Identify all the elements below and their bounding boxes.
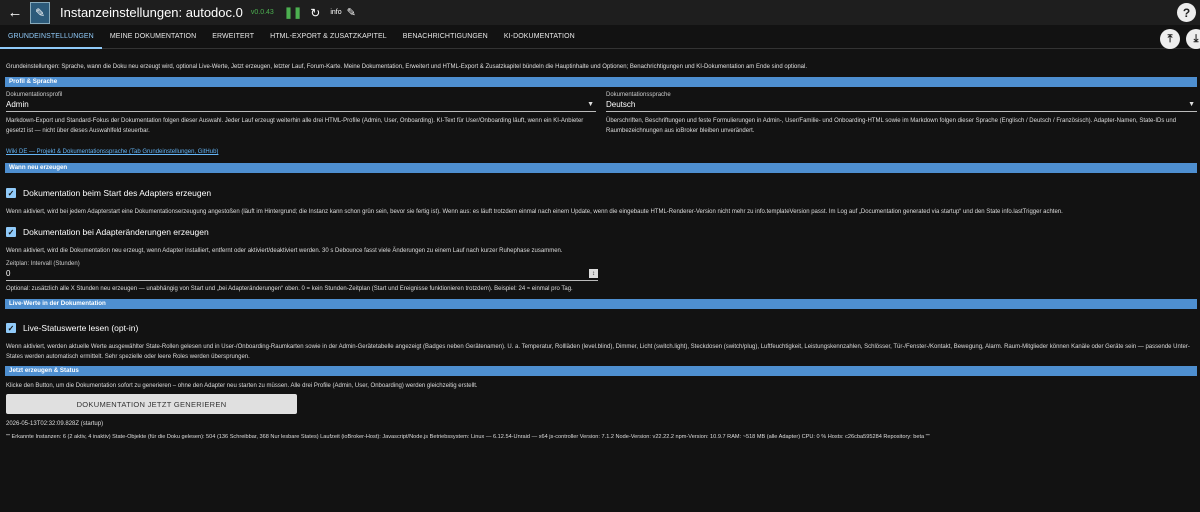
language-select[interactable]: Deutsch ▼ (606, 98, 1197, 112)
chevron-down-icon: ▼ (1188, 101, 1195, 108)
generate-now-button[interactable]: DOKUMENTATION JETZT GENERIEREN (6, 394, 297, 414)
tab-benachrichtigungen[interactable]: BENACHRICHTIGUNGEN (395, 25, 496, 49)
tab-erweitert[interactable]: ERWEITERT (204, 25, 262, 49)
live-checkbox-row[interactable]: ✓ Live-Statuswerte lesen (opt-in) (6, 323, 1197, 333)
download-icon[interactable]: ⤓ (1186, 29, 1200, 49)
profile-select-value: Admin (6, 100, 29, 109)
wiki-link[interactable]: Wiki DE — Projekt & Dokumentationssprach… (6, 149, 218, 155)
section-header-profil: Profil & Sprache (5, 77, 1197, 87)
reload-icon[interactable]: ↻ (310, 6, 320, 20)
tab-grundeinstellungen[interactable]: GRUNDEINSTELLUNGEN (0, 25, 102, 49)
startup-checkbox-label: Dokumentation beim Start des Adapters er… (23, 188, 212, 198)
section-header-jetzt: Jetzt erzeugen & Status (5, 366, 1197, 376)
info-label: info (330, 9, 342, 16)
top-bar: ← ✎ Instanzeinstellungen: autodoc.0 v0.0… (0, 0, 1200, 25)
pencil-icon[interactable]: ✎ (347, 6, 356, 19)
intro-text: Grundeinstellungen: Sprache, wann die Do… (6, 64, 808, 70)
checkbox-checked-icon[interactable]: ✓ (6, 323, 16, 333)
last-run-status: 2026-05-13T02:32:09.828Z (startup) (6, 421, 104, 427)
checkbox-checked-icon[interactable]: ✓ (6, 227, 16, 237)
tab-ki-dokumentation[interactable]: KI-DOKUMENTATION (496, 25, 583, 49)
chevron-down-icon: ▼ (587, 101, 594, 108)
checkbox-checked-icon[interactable]: ✓ (6, 188, 16, 198)
main-content: Grundeinstellungen: Sprache, wann die Do… (0, 49, 1200, 512)
language-select-value: Deutsch (606, 100, 636, 109)
profile-select[interactable]: Admin ▼ (6, 98, 596, 112)
generate-help: Klicke den Button, um die Dokumentation … (6, 383, 478, 389)
tab-meine-dokumentation[interactable]: MEINE DOKUMENTATION (102, 25, 204, 49)
stepper-icon[interactable]: ↕ (589, 269, 598, 278)
back-arrow-icon[interactable]: ← (0, 4, 30, 21)
page-title: Instanzeinstellungen: autodoc.0 (60, 5, 243, 20)
tab-bar: GRUNDEINSTELLUNGEN MEINE DOKUMENTATION E… (0, 25, 1200, 49)
tab-html-export[interactable]: HTML-EXPORT & ZUSATZKAPITEL (262, 25, 395, 49)
adapter-change-checkbox-label: Dokumentation bei Adapteränderungen erze… (23, 227, 209, 237)
adapter-change-help: Wenn aktiviert, wird die Dokumentation n… (6, 248, 563, 254)
section-header-live: Live-Werte in der Dokumentation (5, 299, 1197, 309)
live-checkbox-label: Live-Statuswerte lesen (opt-in) (23, 323, 139, 333)
system-stats: "" Erkannte Instanzen: 6 (2 aktiv, 4 ina… (6, 434, 930, 440)
upload-icon[interactable]: ⤒ (1160, 29, 1180, 49)
interval-help: Optional: zusätzlich alle X Stunden neu … (6, 286, 573, 292)
version-label: v0.0.43 (250, 9, 274, 16)
interval-input[interactable]: 0 ↕ (6, 267, 598, 281)
profile-help: Markdown-Export und Standard-Fokus der D… (6, 118, 584, 134)
adapter-change-checkbox-row[interactable]: ✓ Dokumentation bei Adapteränderungen er… (6, 227, 1197, 237)
startup-help: Wenn aktiviert, wird bei jedem Adapterst… (6, 209, 1063, 215)
help-icon[interactable]: ? (1177, 3, 1196, 22)
startup-checkbox-row[interactable]: ✓ Dokumentation beim Start des Adapters … (6, 188, 1197, 198)
pause-icon[interactable]: ❚❚ (284, 6, 302, 19)
interval-input-value: 0 (6, 269, 11, 278)
section-header-wann: Wann neu erzeugen (5, 163, 1197, 173)
live-help: Wenn aktiviert, werden aktuelle Werte au… (6, 344, 1190, 360)
adapter-logo-icon: ✎ (30, 1, 50, 24)
language-help: Überschriften, Beschriftungen und feste … (606, 118, 1177, 134)
